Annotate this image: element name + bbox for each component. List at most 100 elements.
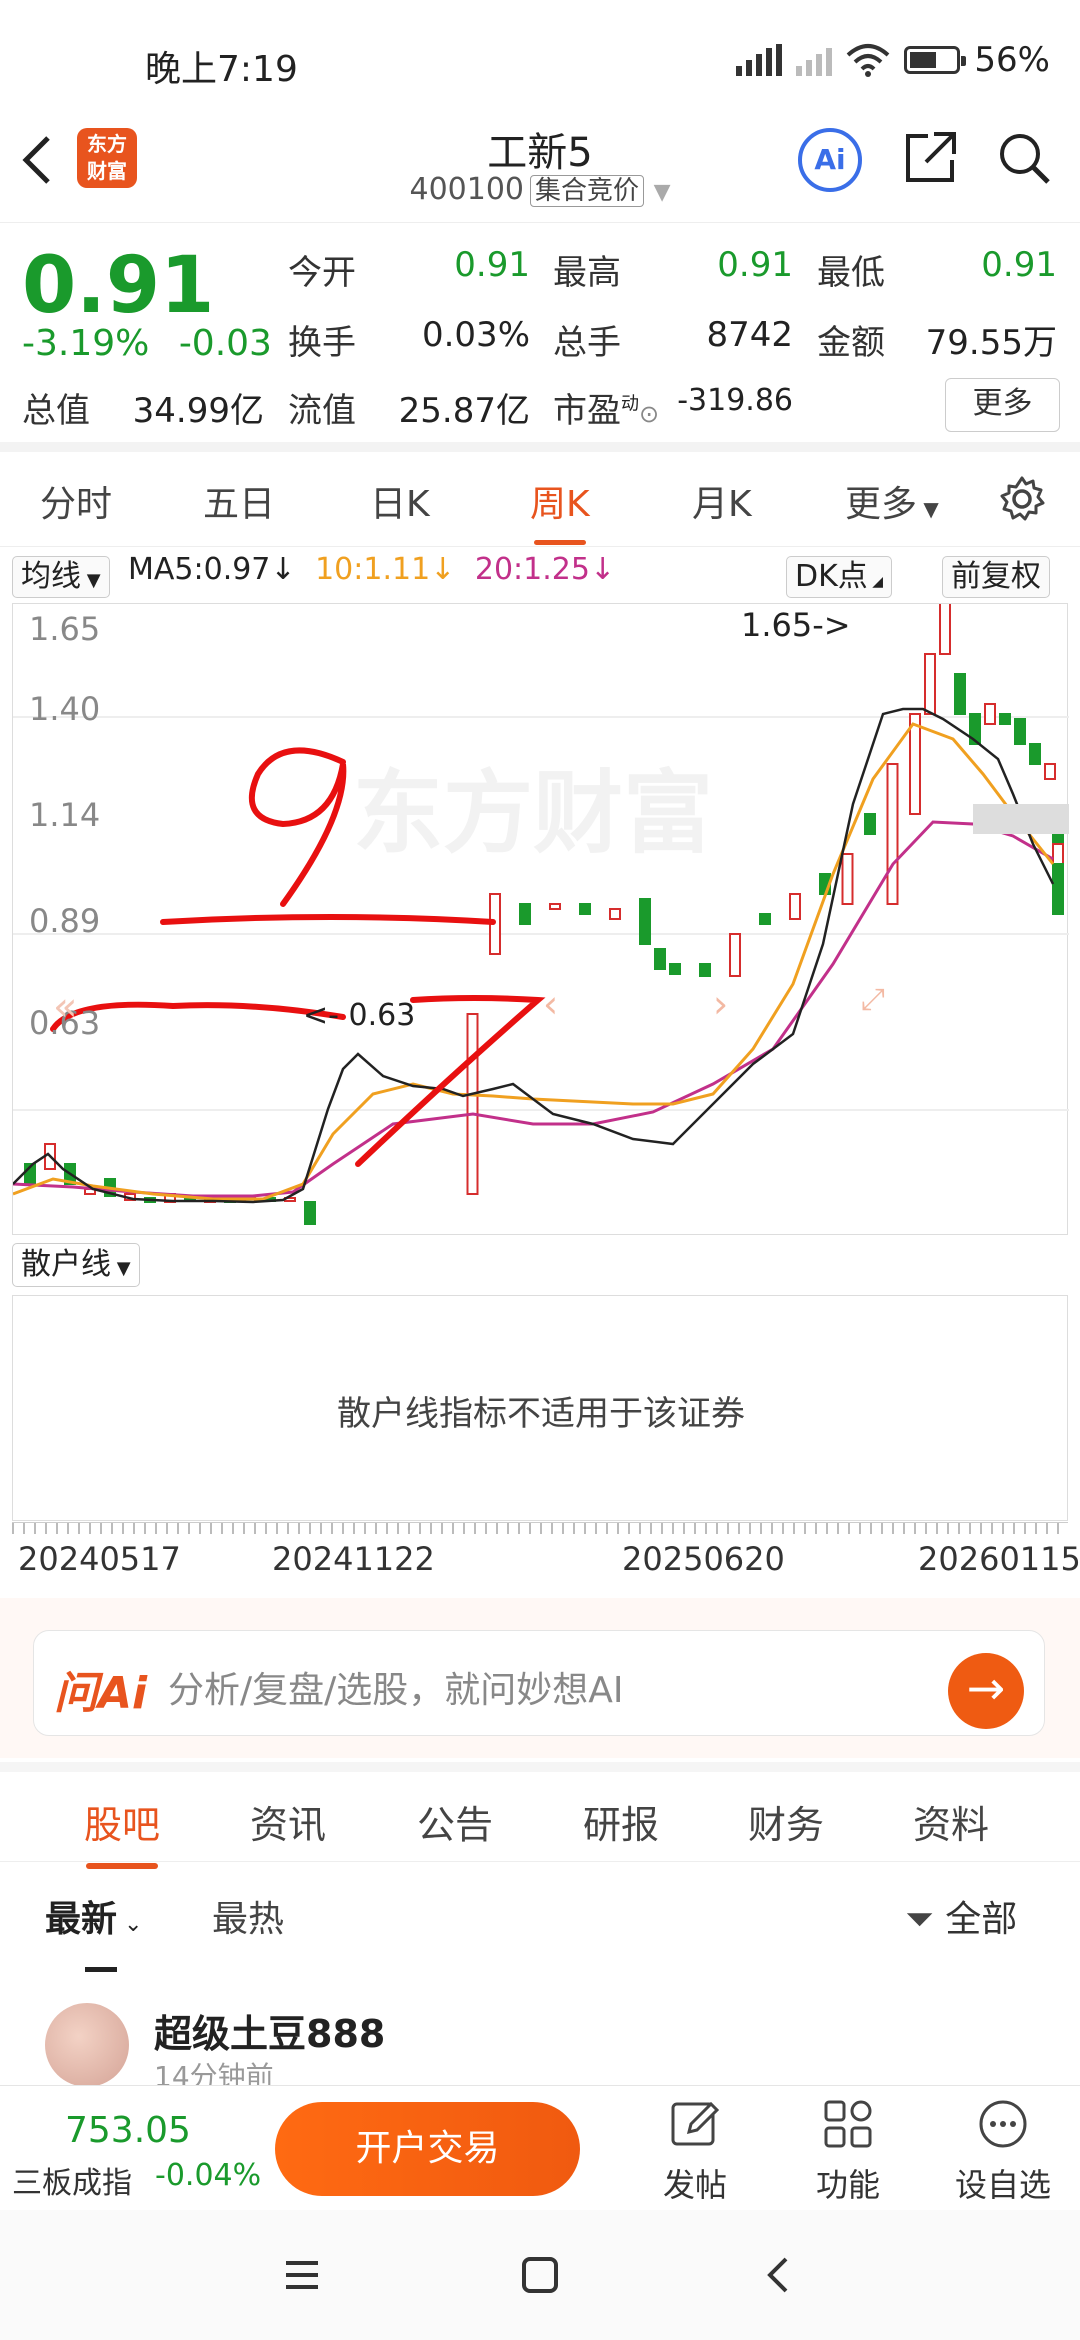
float-market-value: 流值 25.87亿 [288,391,530,431]
open-price: 今开 0.91 [288,245,530,293]
tab-profile[interactable]: 资料 [913,1794,989,1849]
quote-panel: 0.91 -3.19% -0.03 今开 0.91 最高 0.91 最低 0.91 换… [0,222,1080,452]
post-button[interactable]: 发帖 [640,2096,750,2206]
battery-level: 56% [974,40,1050,80]
candle [549,903,561,910]
high-price: 最高 0.91 [553,245,793,293]
ai-search-bar[interactable]: 问Ai 分析/复盘/选股，就问妙想AI → [33,1630,1045,1736]
index-name[interactable]: 三板成指 [12,2158,132,2202]
watermark: 东方财富 [353,761,713,866]
index-value[interactable]: 753.05 [65,2110,191,2151]
bottom-toolbar: 753.05 三板成指 -0.04% 开户交易 发帖 功能 设自选 [0,2085,1080,2210]
arrow-right-icon[interactable]: → [948,1653,1024,1729]
total-volume: 总手 8742 [553,315,793,363]
filter-icon: ⏷ [905,1899,934,1940]
tab-monthly-k[interactable]: 月K [692,475,752,527]
candle [519,903,531,925]
scroll-left-icon[interactable]: « [53,984,77,1030]
tab-announcements[interactable]: 公告 [417,1794,493,1849]
search-icon[interactable] [996,130,1052,186]
edit-icon [671,2101,720,2146]
candle [1052,878,1064,915]
annotation-nine [248,747,347,907]
expand-icon[interactable]: ⤢ [861,982,885,1017]
candle [304,1201,316,1225]
back-nav-icon[interactable] [760,2255,800,2295]
candle [999,713,1011,725]
y-label-2: 1.40 [29,690,101,728]
candle [886,763,899,905]
avatar[interactable] [45,2003,129,2087]
sort-hot[interactable]: 最热 [212,1890,284,1942]
y-label-3: 1.14 [29,796,101,834]
stock-code: 400100 [409,172,525,207]
candle [954,673,966,715]
y-label-4: 0.89 [29,902,101,940]
ai-placeholder: 分析/复盘/选股，就问妙想AI [168,1670,624,1711]
ma5-value: MA5:0.97↓ [128,552,296,587]
more-quote-button[interactable]: 更多 [945,378,1060,432]
functions-button[interactable]: 功能 [793,2096,903,2206]
turnover-rate: 换手 0.03% [288,315,530,363]
adjust-price-button[interactable]: 前复权 [942,556,1050,598]
date-label-4: 20260115 [918,1540,1080,1578]
candle [939,598,951,655]
turnover-amount: 金额 79.55万 [817,323,1057,363]
home-icon[interactable] [520,2255,560,2295]
tab-research[interactable]: 研报 [583,1794,659,1849]
caret-down-icon: ▼ [653,180,671,205]
add-watchlist-button[interactable]: 设自选 [948,2096,1058,2206]
status-time: 晚上7:19 [145,49,298,90]
high-annotation: 1.65-> [741,606,851,644]
content-tabs: 股吧 资讯 公告 研报 财务 资料 [0,1762,1080,1869]
candle [864,813,876,835]
candle [1014,718,1026,745]
candle [1029,743,1041,765]
ai-brand: 问Ai [54,1668,148,1719]
candle [609,908,621,920]
filter-button[interactable]: ⏷ 全部 [905,1890,1017,1942]
pe-ratio: 市盈动⊙ -319.86 [553,383,793,431]
share-icon[interactable] [902,130,958,186]
candle [669,963,681,975]
candle [924,653,936,715]
tab-weekly-k[interactable]: 周K [530,475,590,545]
status-bar: 晚上7:19 56% [0,0,1080,120]
tab-more[interactable]: 更多 ▼ [845,475,939,527]
signal-icon-secondary [796,44,833,76]
candle [759,913,771,925]
tab-five-day[interactable]: 五日 [203,475,275,527]
ai-button[interactable]: Ai [798,128,862,192]
menu-icon[interactable] [282,2255,322,2295]
candle [729,933,741,977]
index-change: -0.04% [155,2158,262,2193]
total-market-value: 总值 34.99亿 [22,391,264,431]
annotation-top-line [160,914,496,925]
indicator-selector[interactable]: 散户线 ▼ [12,1243,140,1287]
stock-header: 东方 财富 工新5 400100 集合竞价 ▼ Ai [0,120,1080,220]
tab-guba[interactable]: 股吧 [84,1794,160,1869]
settings-gear-icon[interactable] [998,475,1046,523]
candle [841,853,854,905]
tab-financials[interactable]: 财务 [748,1794,824,1849]
ma-selector[interactable]: 均线 ▼ [12,556,110,598]
date-label-3: 20250620 [622,1540,785,1578]
next-icon[interactable]: › [713,982,728,1026]
tab-intraday[interactable]: 分时 [40,475,112,527]
post-username[interactable]: 超级土豆888 [154,2003,385,2058]
wifi-icon [847,44,890,77]
tab-daily-k[interactable]: 日K [370,475,430,527]
more-dots-icon [979,2100,1027,2148]
tab-news[interactable]: 资讯 [250,1794,326,1849]
indicator-message: 散户线指标不适用于该证券 [337,1394,745,1434]
candle [639,898,651,945]
sort-latest[interactable]: 最新 ⌄ [45,1890,142,1972]
candle [579,903,591,915]
kline-chart[interactable]: 东方财富 1.65 1.40 1.14 0.89 0.63 1.65-> <- … [12,598,1069,1235]
candle [789,893,801,920]
prev-icon[interactable]: ‹ [543,982,558,1026]
dk-point-button[interactable]: DK点 ◢ [786,556,892,598]
low-annotation: <- 0.63 [303,998,416,1033]
open-account-trade-button[interactable]: 开户交易 [275,2102,580,2196]
indicator-panel: 散户线指标不适用于该证券 [12,1295,1068,1521]
